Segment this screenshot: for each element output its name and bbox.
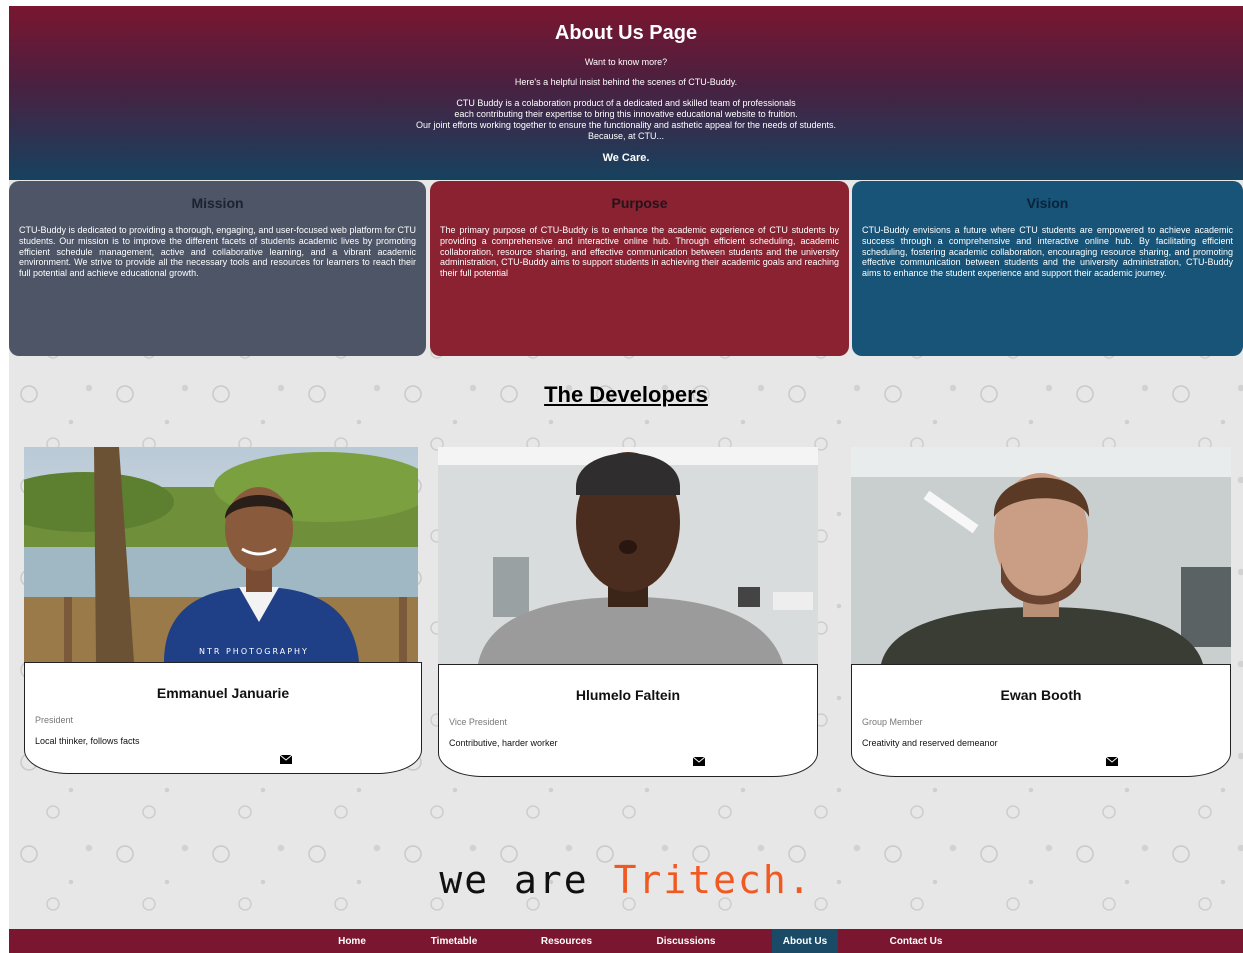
developer-role: Group Member <box>862 717 923 727</box>
mission-title: Mission <box>191 195 244 211</box>
purpose-text: The primary purpose of CTU-Buddy is to e… <box>440 225 839 279</box>
envelope-icon[interactable] <box>693 757 705 766</box>
nav-timetable[interactable]: Timetable <box>419 929 489 953</box>
tagline: we are Tritech. <box>9 858 1243 902</box>
tagline-plain: we are <box>439 858 614 902</box>
developer-name: Hlumelo Faltein <box>575 687 681 703</box>
envelope-icon[interactable] <box>1106 757 1118 766</box>
header-subtitle: Want to know more? <box>584 57 668 67</box>
mission-text: CTU-Buddy is dedicated to providing a th… <box>19 225 416 279</box>
developer-info: Hlumelo Faltein Vice President Contribut… <box>438 664 818 777</box>
page-title: About Us Page <box>554 22 698 44</box>
developer-description: Creativity and reserved demeanor <box>862 738 998 748</box>
developer-photo: NTR PHOTOGRAPHY <box>24 447 418 662</box>
header-body-line: CTU Buddy is a colaboration product of a… <box>456 98 796 108</box>
header-closing: We Care. <box>602 152 650 164</box>
tagline-brand: Tritech. <box>613 858 813 902</box>
developers-title: The Developers <box>544 382 708 407</box>
header-intro: Here's a helpful insist behind the scene… <box>514 77 738 87</box>
developer-info: Ewan Booth Group Member Creativity and r… <box>851 664 1231 777</box>
page-frame: About Us Page Want to know more? Here's … <box>9 6 1243 953</box>
developer-card: NTR PHOTOGRAPHY Emmanuel Januarie Presid… <box>24 447 422 777</box>
nav-resources[interactable]: Resources <box>529 929 604 953</box>
developer-name: Ewan Booth <box>1000 687 1082 703</box>
header-body-line: Our joint efforts working together to en… <box>415 120 837 130</box>
developer-card: Hlumelo Faltein Vice President Contribut… <box>438 447 818 777</box>
envelope-icon[interactable] <box>280 755 292 764</box>
developer-photo <box>438 447 818 664</box>
purpose-card: Purpose The primary purpose of CTU-Buddy… <box>430 181 849 356</box>
bottom-navbar: Home Timetable Resources Discussions Abo… <box>9 929 1243 953</box>
developer-description: Local thinker, follows facts <box>35 736 140 746</box>
developer-card: Ewan Booth Group Member Creativity and r… <box>851 447 1231 777</box>
developer-photo <box>851 447 1231 664</box>
about-header: About Us Page Want to know more? Here's … <box>9 6 1243 180</box>
mission-card: Mission CTU-Buddy is dedicated to provid… <box>9 181 426 356</box>
vision-title: Vision <box>1026 195 1069 211</box>
developer-role: Vice President <box>449 717 507 727</box>
header-body-line: Because, at CTU... <box>587 131 665 141</box>
vision-text: CTU-Buddy envisions a future where CTU s… <box>862 225 1233 279</box>
vision-card: Vision CTU-Buddy envisions a future wher… <box>852 181 1243 356</box>
nav-discussions[interactable]: Discussions <box>645 929 727 953</box>
developer-name: Emmanuel Januarie <box>156 685 290 701</box>
developer-role: President <box>35 715 74 725</box>
nav-contact-us[interactable]: Contact Us <box>877 929 955 953</box>
nav-home[interactable]: Home <box>327 929 377 953</box>
developer-description: Contributive, harder worker <box>449 738 558 748</box>
purpose-title: Purpose <box>611 195 668 211</box>
developer-info: Emmanuel Januarie President Local thinke… <box>24 662 422 774</box>
nav-about-us[interactable]: About Us <box>772 929 838 953</box>
photo-watermark: NTR PHOTOGRAPHY <box>199 647 309 656</box>
header-body-line: each contributing their expertise to bri… <box>454 109 798 119</box>
